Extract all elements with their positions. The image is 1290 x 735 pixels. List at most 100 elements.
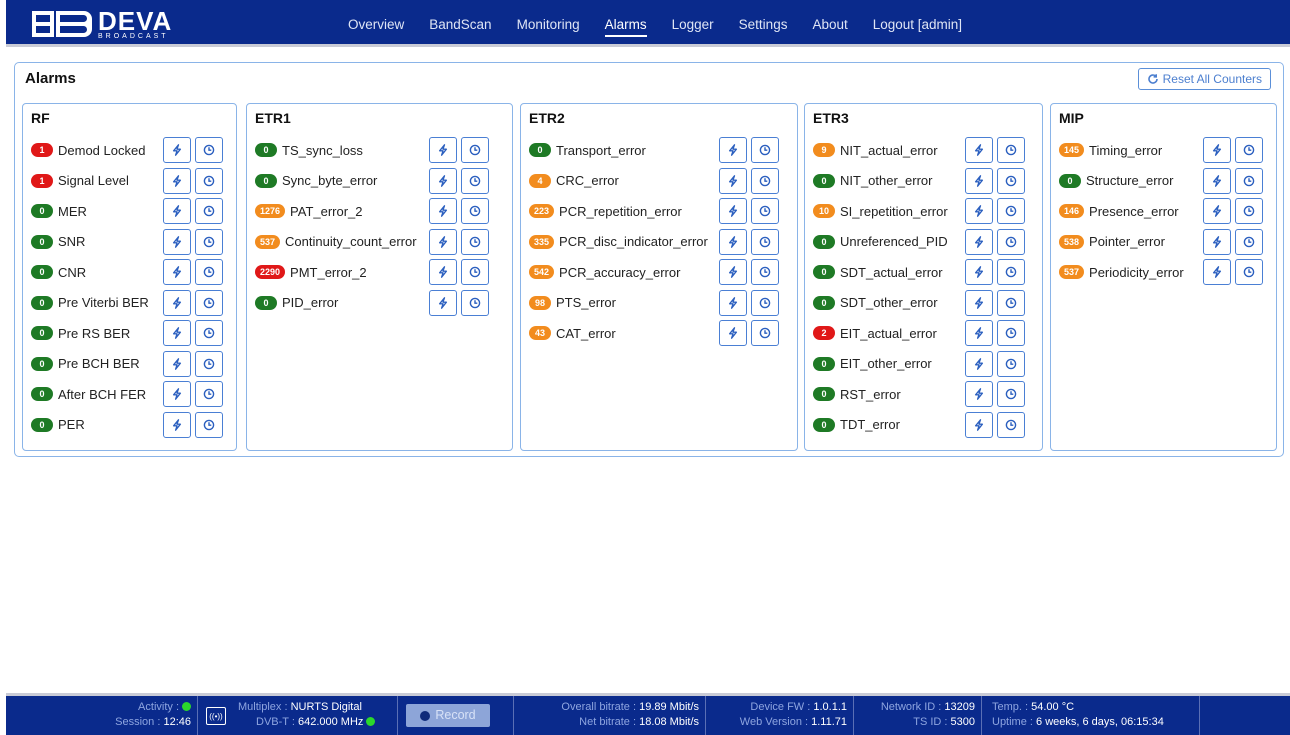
alarm-history-button[interactable] [1235, 198, 1263, 224]
alarm-trigger-button[interactable] [429, 167, 457, 194]
nav-monitoring[interactable]: Monitoring [517, 17, 580, 32]
bolt-icon [974, 144, 984, 156]
alarm-trigger-button[interactable] [719, 320, 747, 346]
alarm-trigger-button[interactable] [719, 198, 747, 224]
alarm-history-button[interactable] [997, 137, 1025, 163]
alarm-trigger-button[interactable] [163, 259, 191, 285]
alarm-history-button[interactable] [751, 198, 779, 224]
alarm-history-button[interactable] [997, 167, 1025, 194]
alarm-actions [965, 198, 1025, 224]
alarm-label: Pre RS BER [58, 325, 131, 341]
alarm-history-button[interactable] [461, 198, 489, 224]
alarm-history-button[interactable] [461, 167, 489, 194]
alarm-history-button[interactable] [751, 228, 779, 255]
clock-icon [203, 205, 215, 217]
alarm-history-button[interactable] [997, 381, 1025, 407]
alarm-history-button[interactable] [195, 259, 223, 285]
alarm-trigger-button[interactable] [429, 289, 457, 316]
alarm-history-button[interactable] [751, 137, 779, 163]
alarm-trigger-button[interactable] [1203, 167, 1231, 194]
alarm-history-button[interactable] [195, 137, 223, 163]
alarm-trigger-button[interactable] [719, 137, 747, 163]
alarm-trigger-button[interactable] [965, 320, 993, 346]
alarm-trigger-button[interactable] [1203, 198, 1231, 224]
alarm-history-button[interactable] [461, 259, 489, 285]
alarm-trigger-button[interactable] [163, 411, 191, 438]
alarm-history-button[interactable] [1235, 137, 1263, 163]
nav-overview[interactable]: Overview [348, 17, 404, 32]
alarm-trigger-button[interactable] [965, 350, 993, 377]
alarm-history-button[interactable] [997, 198, 1025, 224]
alarm-history-button[interactable] [997, 320, 1025, 346]
nav-settings[interactable]: Settings [739, 17, 788, 32]
nav-about[interactable]: About [812, 17, 847, 32]
alarm-trigger-button[interactable] [163, 320, 191, 346]
nav-alarms[interactable]: Alarms [604, 17, 647, 37]
bolt-icon [974, 205, 984, 217]
alarm-history-button[interactable] [751, 167, 779, 194]
alarm-history-button[interactable] [195, 167, 223, 194]
alarm-trigger-button[interactable] [1203, 137, 1231, 163]
alarm-history-button[interactable] [1235, 259, 1263, 285]
alarm-trigger-button[interactable] [163, 228, 191, 255]
alarm-trigger-button[interactable] [719, 228, 747, 255]
alarm-history-button[interactable] [997, 259, 1025, 285]
alarm-trigger-button[interactable] [719, 259, 747, 285]
alarm-history-button[interactable] [461, 289, 489, 316]
nav-logger[interactable]: Logger [672, 17, 714, 32]
alarm-trigger-button[interactable] [1203, 259, 1231, 285]
alarm-history-button[interactable] [195, 350, 223, 377]
record-button[interactable]: Record [406, 704, 490, 727]
alarm-trigger-button[interactable] [965, 259, 993, 285]
alarm-history-button[interactable] [461, 137, 489, 163]
alarm-history-button[interactable] [195, 411, 223, 438]
nav-bandscan[interactable]: BandScan [429, 17, 491, 32]
alarm-history-button[interactable] [751, 320, 779, 346]
alarm-trigger-button[interactable] [163, 167, 191, 194]
bolt-icon [728, 327, 738, 339]
alarm-trigger-button[interactable] [429, 259, 457, 285]
alarm-trigger-button[interactable] [429, 137, 457, 163]
clock-icon [469, 266, 481, 278]
alarm-trigger-button[interactable] [429, 198, 457, 224]
alarm-trigger-button[interactable] [965, 198, 993, 224]
alarm-trigger-button[interactable] [965, 381, 993, 407]
alarm-history-button[interactable] [997, 289, 1025, 316]
alarm-history-button[interactable] [195, 198, 223, 224]
alarm-trigger-button[interactable] [163, 289, 191, 316]
alarm-history-button[interactable] [751, 259, 779, 285]
alarm-history-button[interactable] [1235, 167, 1263, 194]
radio-signal-icon: ((•)) [206, 707, 226, 725]
alarm-trigger-button[interactable] [163, 381, 191, 407]
alarm-actions [429, 198, 489, 224]
alarm-history-button[interactable] [195, 320, 223, 346]
deva-logo[interactable]: DEVA BROADCAST [32, 8, 172, 40]
alarm-history-button[interactable] [1235, 228, 1263, 255]
alarm-trigger-button[interactable] [163, 350, 191, 377]
alarm-label: MER [58, 203, 87, 219]
alarm-trigger-button[interactable] [163, 198, 191, 224]
alarm-history-button[interactable] [195, 228, 223, 255]
alarm-history-button[interactable] [461, 228, 489, 255]
alarm-trigger-button[interactable] [965, 137, 993, 163]
alarm-history-button[interactable] [195, 289, 223, 316]
alarm-history-button[interactable] [997, 228, 1025, 255]
alarm-trigger-button[interactable] [965, 167, 993, 194]
bolt-icon [172, 357, 182, 370]
reset-all-counters-button[interactable]: Reset All Counters [1137, 68, 1271, 90]
alarm-trigger-button[interactable] [965, 411, 993, 438]
alarm-history-button[interactable] [997, 411, 1025, 438]
alarm-history-button[interactable] [997, 350, 1025, 377]
nav-logout-admin[interactable]: Logout [admin] [873, 17, 962, 32]
alarm-trigger-button[interactable] [719, 289, 747, 316]
alarm-trigger-button[interactable] [965, 289, 993, 316]
alarm-history-button[interactable] [751, 289, 779, 316]
alarm-actions [965, 167, 1025, 194]
alarm-trigger-button[interactable] [965, 228, 993, 255]
alarm-trigger-button[interactable] [719, 167, 747, 194]
alarm-trigger-button[interactable] [163, 137, 191, 163]
alarm-history-button[interactable] [195, 381, 223, 407]
alarm-trigger-button[interactable] [429, 228, 457, 255]
bolt-icon [974, 174, 984, 187]
alarm-trigger-button[interactable] [1203, 228, 1231, 255]
